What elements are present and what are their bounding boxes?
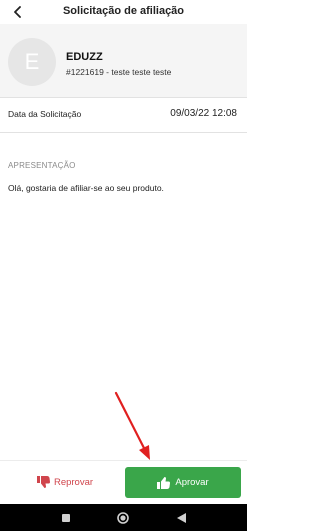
square-icon [62, 514, 70, 522]
triangle-back-icon [176, 513, 186, 523]
presentation-text: Olá, gostaria de afiliar-se ao seu produ… [8, 183, 164, 193]
approve-button[interactable]: Aprovar [125, 467, 241, 498]
request-date-label: Data da Solicitação [8, 109, 82, 119]
system-navigation-bar [0, 504, 247, 531]
product-name: EDUZZ [66, 51, 103, 63]
back-nav-button[interactable] [173, 510, 189, 526]
product-card: E EDUZZ #1221619 - teste teste teste [0, 24, 247, 97]
request-date-value: 09/03/22 12:08 [170, 108, 237, 119]
presentation-label: APRESENTAÇÃO [8, 161, 76, 170]
recent-apps-button[interactable] [58, 510, 74, 526]
home-button[interactable] [115, 510, 131, 526]
reject-button[interactable]: Reprovar [12, 467, 118, 497]
action-footer: Reprovar Aprovar [0, 460, 247, 504]
annotation-arrow-icon [114, 391, 150, 460]
divider [0, 132, 247, 133]
header-bar: Solicitação de afiliação [0, 0, 247, 24]
product-code: #1221619 - teste teste teste [66, 67, 172, 77]
page-title: Solicitação de afiliação [62, 5, 185, 17]
request-date-row: Data da Solicitação 09/03/22 12:08 [0, 102, 247, 126]
thumbs-down-icon [36, 476, 50, 488]
circle-icon [117, 512, 129, 524]
thumbs-up-icon [157, 476, 171, 489]
divider [0, 97, 247, 98]
approve-button-label: Aprovar [175, 477, 209, 488]
avatar: E [8, 38, 56, 86]
reject-button-label: Reprovar [53, 476, 94, 488]
